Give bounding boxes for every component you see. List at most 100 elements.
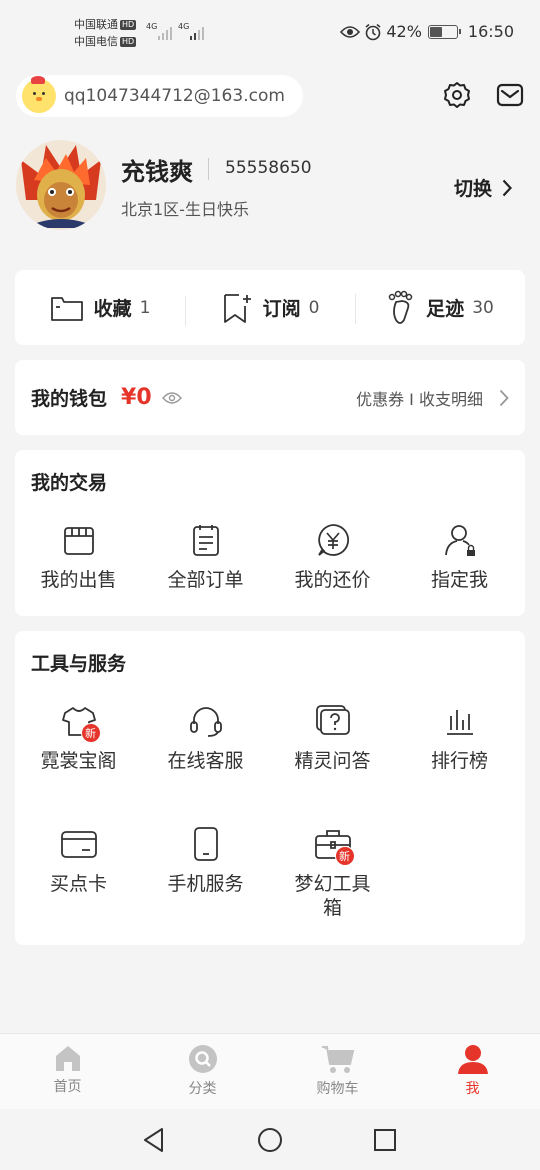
tab-cart-label: 购物车 xyxy=(316,1081,359,1097)
subscriptions-label: 订阅 xyxy=(262,298,301,320)
home-circle-icon xyxy=(258,1128,282,1152)
phone-service-item[interactable]: 手机服务 xyxy=(142,824,269,896)
my-trade-card: 我的交易 我的出售 全部订单 我的还价 指定我 xyxy=(15,450,525,616)
qa-item[interactable]: 精灵问答 xyxy=(269,701,396,773)
tab-category-label: 分类 xyxy=(188,1081,217,1097)
bottom-tab-bar: 首页 分类 购物车 我 xyxy=(0,1033,540,1109)
server-name: 北京1区-生日快乐 xyxy=(121,200,249,219)
eye-icon xyxy=(340,25,361,38)
favorites-stat[interactable]: 收藏 1 xyxy=(15,294,185,322)
wardrobe-label: 霓裳宝阁 xyxy=(40,750,117,772)
person-lock-icon xyxy=(444,525,475,556)
settings-button[interactable] xyxy=(442,80,472,110)
chevron-right-icon xyxy=(502,179,512,196)
tab-home-label: 首页 xyxy=(53,1079,82,1095)
ranking-label: 排行榜 xyxy=(430,750,488,772)
status-bar: 中国联通 HD 中国电信 HD 4G 4G 42% 16:50 xyxy=(0,0,540,66)
toolbox-item[interactable]: 新 梦幻工具箱 xyxy=(269,824,396,920)
switch-role-button[interactable]: 切换 xyxy=(454,174,512,201)
carrier-info: 中国联通 HD 中国电信 HD xyxy=(74,16,137,50)
wallet-card[interactable]: 我的钱包 ¥0 优惠券 I 收支明细 xyxy=(15,360,525,435)
carrier-2: 中国电信 xyxy=(74,35,118,48)
favorites-count: 1 xyxy=(139,297,151,318)
tab-me-label: 我 xyxy=(465,1081,480,1097)
chevron-right-icon xyxy=(499,389,509,406)
tab-cart[interactable]: 购物车 xyxy=(270,1034,405,1109)
account-switcher[interactable]: qq1047344712@163.com xyxy=(16,75,303,117)
qa-label: 精灵问答 xyxy=(294,750,371,772)
clock: 16:50 xyxy=(467,22,514,41)
network-type-1: 4G xyxy=(146,22,158,31)
store-icon xyxy=(63,527,94,555)
back-triangle-icon xyxy=(144,1128,163,1152)
avatar[interactable] xyxy=(16,140,106,230)
signal-icon-1 xyxy=(158,24,172,40)
assigned-to-me-item[interactable]: 指定我 xyxy=(396,520,523,592)
back-button[interactable] xyxy=(140,1126,168,1154)
buy-card-label: 买点卡 xyxy=(49,873,107,895)
gear-icon xyxy=(444,82,470,108)
bookmark-add-icon xyxy=(223,293,251,323)
stats-card: 收藏 1 订阅 0 足迹 30 xyxy=(15,270,525,345)
recents-square-icon xyxy=(374,1129,396,1151)
my-sales-label: 我的出售 xyxy=(40,569,117,591)
my-trade-title: 我的交易 xyxy=(31,472,108,494)
online-support-item[interactable]: 在线客服 xyxy=(142,701,269,773)
assigned-to-me-label: 指定我 xyxy=(430,569,488,591)
user-id: 55558650 xyxy=(225,158,312,178)
mail-icon xyxy=(496,83,524,107)
toolbox-label: 梦幻工具箱 xyxy=(294,873,371,919)
tools-services-card: 工具与服务 新 霓裳宝阁 在线客服 精灵问答 排行榜 买点卡 手机服务 新 梦幻… xyxy=(15,631,525,945)
card-icon xyxy=(60,831,97,858)
messages-button[interactable] xyxy=(495,80,525,110)
phone-icon xyxy=(193,827,218,861)
my-sales-item[interactable]: 我的出售 xyxy=(15,520,142,592)
favorites-label: 收藏 xyxy=(93,298,132,320)
status-right: 42% 16:50 xyxy=(340,22,514,41)
monkey-king-avatar-icon xyxy=(16,140,106,230)
hd-badge-1: HD xyxy=(120,20,137,30)
home-button[interactable] xyxy=(256,1126,284,1154)
battery-icon xyxy=(427,24,461,39)
history-label: 足迹 xyxy=(426,298,465,320)
new-badge: 新 xyxy=(334,846,355,866)
folder-icon xyxy=(50,296,83,321)
eye-toggle-icon[interactable] xyxy=(161,391,182,405)
network-type-2: 4G xyxy=(178,22,190,31)
tools-title: 工具与服务 xyxy=(31,653,127,675)
switch-label: 切换 xyxy=(453,178,492,200)
all-orders-label: 全部订单 xyxy=(167,569,244,591)
battery-percent: 42% xyxy=(386,22,422,41)
tab-me[interactable]: 我 xyxy=(405,1034,540,1109)
carrier-1: 中国联通 xyxy=(74,18,118,31)
my-offers-label: 我的还价 xyxy=(294,569,371,591)
recents-button[interactable] xyxy=(371,1126,399,1154)
yen-bubble-icon xyxy=(317,524,349,556)
alarm-icon xyxy=(365,23,381,40)
divider xyxy=(208,158,209,180)
cart-icon xyxy=(321,1046,354,1073)
buy-card-item[interactable]: 买点卡 xyxy=(15,824,142,896)
wallet-links[interactable]: 优惠券 I 收支明细 xyxy=(356,386,483,410)
footprint-icon xyxy=(388,290,413,324)
ranking-item[interactable]: 排行榜 xyxy=(396,701,523,773)
system-navigation-bar xyxy=(0,1109,540,1170)
my-offers-item[interactable]: 我的还价 xyxy=(269,520,396,592)
category-search-icon xyxy=(188,1045,217,1073)
nickname: 充钱爽 xyxy=(121,158,193,186)
ranking-icon xyxy=(446,710,473,735)
subscriptions-stat[interactable]: 订阅 0 xyxy=(185,292,355,326)
question-bubble-icon xyxy=(315,705,350,735)
subscriptions-count: 0 xyxy=(308,297,320,318)
history-count: 30 xyxy=(472,297,494,318)
all-orders-item[interactable]: 全部订单 xyxy=(142,520,269,592)
headset-icon xyxy=(189,707,222,737)
hd-badge-2: HD xyxy=(120,37,137,47)
wallet-balance: ¥0 xyxy=(121,385,152,410)
wardrobe-item[interactable]: 新 霓裳宝阁 xyxy=(15,701,142,773)
tab-category[interactable]: 分类 xyxy=(135,1034,270,1109)
home-icon xyxy=(55,1046,80,1071)
tab-home[interactable]: 首页 xyxy=(0,1034,135,1109)
new-badge: 新 xyxy=(80,723,101,743)
history-stat[interactable]: 足迹 30 xyxy=(355,290,525,326)
